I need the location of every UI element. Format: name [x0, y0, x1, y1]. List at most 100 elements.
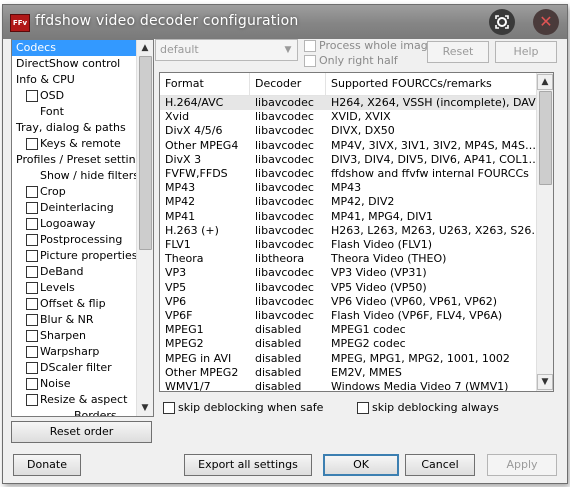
sidebar-item-checkbox[interactable] — [26, 186, 38, 198]
cell-fourccs: Flash Video (FLV1) — [331, 238, 432, 251]
sidebar-item[interactable]: Show / hide filters — [12, 168, 136, 184]
table-row[interactable]: DivX 3 libavcodec DIV3, DIV4, DIV5, DIV6, … — [160, 153, 536, 167]
column-header-format[interactable]: Format — [160, 73, 250, 95]
sidebar-item-label: Info & CPU — [16, 73, 75, 86]
table-row[interactable]: VP5 libavcodec VP5 Video (VP50) — [160, 281, 536, 295]
sidebar-item-label: Profiles / Preset settings — [16, 153, 136, 166]
cancel-button[interactable]: Cancel — [405, 454, 475, 476]
sidebar-item-checkbox[interactable] — [26, 330, 38, 342]
column-header-fourccs[interactable]: Supported FOURCCs/remarks — [326, 73, 536, 95]
scroll-up-arrow-icon[interactable]: ▲ — [537, 74, 553, 90]
sidebar-item[interactable]: Codecs — [12, 40, 136, 56]
sidebar-item[interactable]: Levels — [12, 280, 136, 296]
table-row[interactable]: Xvid libavcodec XVID, XVIX — [160, 110, 536, 124]
table-row[interactable]: Other MPEG2 disabled EM2V, MMES — [160, 366, 536, 380]
sidebar-item[interactable]: DirectShow control — [12, 56, 136, 72]
sidebar-item-checkbox[interactable] — [26, 266, 38, 278]
sidebar-item[interactable]: Info & CPU — [12, 72, 136, 88]
sidebar-item[interactable]: DScaler filter — [12, 360, 136, 376]
cell-format: MPEG2 — [165, 337, 204, 351]
table-row[interactable]: MPEG1 disabled MPEG1 codec — [160, 323, 536, 337]
sidebar-item-checkbox[interactable] — [26, 250, 38, 262]
sidebar-item-checkbox[interactable] — [26, 282, 38, 294]
table-row[interactable]: MPEG2 disabled MPEG2 codec — [160, 337, 536, 351]
title-bar[interactable]: FFv ffdshow video decoder configuration … — [3, 5, 567, 39]
sidebar-item[interactable]: Resize & aspect — [12, 392, 136, 408]
sidebar-item-checkbox[interactable] — [26, 218, 38, 230]
reset-order-button[interactable]: Reset order — [11, 421, 152, 443]
table-row[interactable]: Other MPEG4 libavcodec MP4V, 3IVX, 3IV1, 3… — [160, 139, 536, 153]
sidebar-item[interactable]: Noise — [12, 376, 136, 392]
table-row[interactable]: VP3 libavcodec VP3 Video (VP31) — [160, 266, 536, 280]
table-scrollbar[interactable]: ▲ ▼ — [536, 73, 553, 391]
sidebar-item-checkbox[interactable] — [26, 234, 38, 246]
cell-decoder: libavcodec — [255, 266, 314, 280]
table-row[interactable]: VP6F libavcodec Flash Video (VP6F, FLV4, V… — [160, 309, 536, 323]
sidebar-scrollbar[interactable]: ▲ ▼ — [136, 40, 153, 416]
table-row[interactable]: FVFW,FFDS libavcodec ffdshow and ffvfw int… — [160, 167, 536, 181]
sidebar-item[interactable]: Crop — [12, 184, 136, 200]
sidebar-item-checkbox[interactable] — [26, 362, 38, 374]
cell-decoder: libavcodec — [255, 138, 314, 152]
sidebar-item-checkbox[interactable] — [26, 138, 38, 150]
scroll-down-arrow-icon[interactable]: ▼ — [137, 400, 153, 416]
table-scroll-thumb[interactable] — [539, 91, 552, 185]
ffdshow-app-icon: FFv — [10, 14, 30, 32]
cell-decoder: libavcodec — [255, 181, 314, 195]
sidebar-item-label: Levels — [40, 281, 75, 294]
close-icon[interactable]: ✕ — [533, 9, 559, 35]
sidebar-item[interactable]: Tray, dialog & paths — [12, 120, 136, 136]
scroll-up-arrow-icon[interactable]: ▲ — [137, 40, 153, 56]
scroll-down-arrow-icon[interactable]: ▼ — [537, 374, 553, 390]
cell-fourccs: EM2V, MMES — [331, 365, 402, 379]
lens-icon — [495, 15, 509, 29]
sidebar-item-checkbox[interactable] — [26, 394, 38, 406]
sidebar-item[interactable]: Logoaway — [12, 216, 136, 232]
sidebar-item[interactable]: Borders — [12, 408, 136, 416]
sidebar-item-checkbox[interactable] — [26, 202, 38, 214]
preset-combo[interactable]: default ▼ — [155, 39, 298, 61]
reset-button[interactable]: Reset — [427, 41, 489, 63]
cell-format: VP6 — [165, 294, 187, 308]
sidebar-item-checkbox[interactable] — [26, 346, 38, 358]
sidebar-item-checkbox[interactable] — [26, 314, 38, 326]
sidebar-item[interactable]: OSD — [12, 88, 136, 104]
sidebar-item[interactable]: Blur & NR — [12, 312, 136, 328]
sidebar-item[interactable]: DeBand — [12, 264, 136, 280]
sidebar-item[interactable]: Postprocessing — [12, 232, 136, 248]
table-row[interactable]: MP41 libavcodec MP41, MPG4, DIV1 — [160, 210, 536, 224]
cell-decoder: disabled — [255, 323, 302, 337]
sidebar-item[interactable]: Warpsharp — [12, 344, 136, 360]
table-row[interactable]: DivX 4/5/6 libavcodec DIVX, DX50 — [160, 124, 536, 138]
sidebar-item-label: Keys & remote — [40, 137, 121, 150]
sidebar-scroll-thumb[interactable] — [139, 56, 152, 250]
screenshot-lens-icon[interactable] — [489, 9, 515, 35]
codecs-table: Format Decoder Supported FOURCCs/remarks… — [159, 72, 554, 392]
help-button[interactable]: Help — [495, 41, 557, 63]
sidebar-item-checkbox[interactable] — [26, 378, 38, 390]
sidebar-item[interactable]: Sharpen — [12, 328, 136, 344]
donate-button[interactable]: Donate — [13, 454, 81, 476]
sidebar-item-checkbox[interactable] — [26, 90, 38, 102]
table-row[interactable]: H.263 (+) libavcodec H263, L263, M263, U26… — [160, 224, 536, 238]
sidebar-item[interactable]: Picture properties — [12, 248, 136, 264]
column-header-decoder[interactable]: Decoder — [250, 73, 326, 95]
table-row[interactable]: WMV1/7 disabled Windows Media Video 7 (WMV… — [160, 380, 536, 391]
sidebar-item[interactable]: Deinterlacing — [12, 200, 136, 216]
table-row[interactable]: MP42 libavcodec MP42, DIV2 — [160, 195, 536, 209]
table-row[interactable]: MP43 libavcodec MP43 — [160, 181, 536, 195]
cell-format: H.264/AVC — [165, 96, 224, 109]
sidebar-item[interactable]: Keys & remote — [12, 136, 136, 152]
sidebar-item[interactable]: Profiles / Preset settings — [12, 152, 136, 168]
export-all-settings-button[interactable]: Export all settings — [184, 454, 312, 476]
table-row[interactable]: H.264/AVC libavcodec H264, X264, VSSH (inc… — [160, 96, 536, 110]
apply-button[interactable]: Apply — [487, 454, 557, 476]
sidebar-item[interactable]: Offset & flip — [12, 296, 136, 312]
sidebar-item-checkbox[interactable] — [26, 298, 38, 310]
sidebar-item[interactable]: Font — [12, 104, 136, 120]
ok-button[interactable]: OK — [323, 454, 399, 476]
table-row[interactable]: MPEG in AVI disabled MPEG, MPG1, MPG2, 100… — [160, 352, 536, 366]
table-row[interactable]: VP6 libavcodec VP6 Video (VP60, VP61, VP62… — [160, 295, 536, 309]
table-row[interactable]: Theora libtheora Theora Video (THEO) — [160, 252, 536, 266]
table-row[interactable]: FLV1 libavcodec Flash Video (FLV1) — [160, 238, 536, 252]
